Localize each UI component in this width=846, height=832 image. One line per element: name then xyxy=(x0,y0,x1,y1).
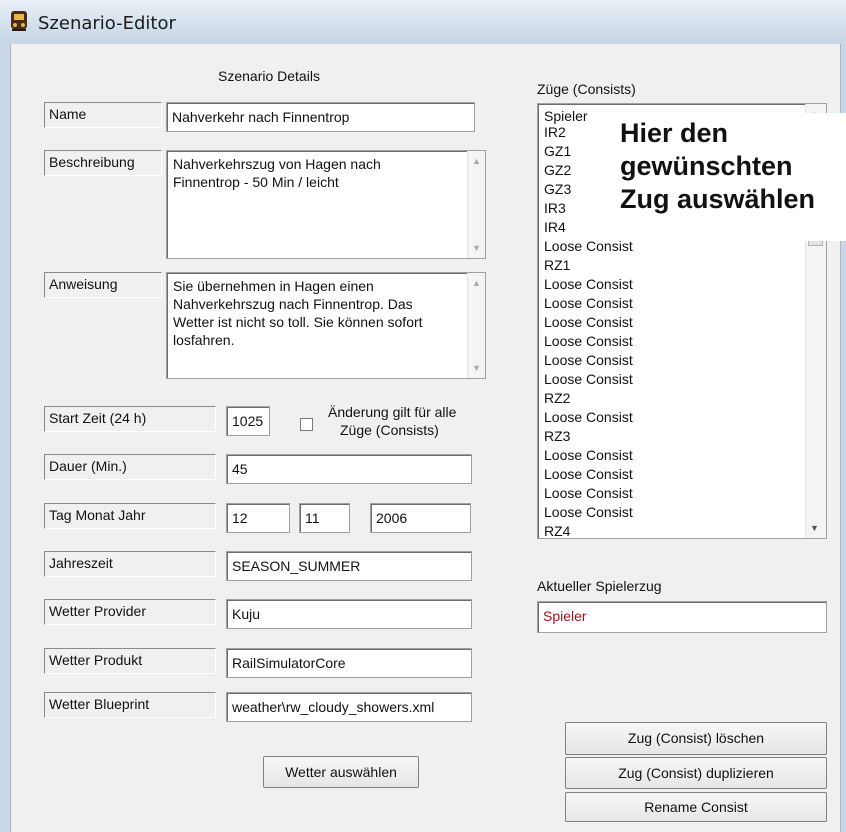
list-item[interactable]: Loose Consist xyxy=(544,485,633,501)
instruction-field[interactable]: Sie übernehmen in Hagen einen Nahverkehr… xyxy=(166,272,486,379)
apply-all-label: Änderung gilt für alle xyxy=(328,404,457,420)
rename-consist-button[interactable]: Rename Consist xyxy=(565,792,827,822)
instruction-scrollbar[interactable]: ▲ ▼ xyxy=(467,273,485,378)
duration-field[interactable]: 45 xyxy=(226,454,472,484)
scroll-down-icon[interactable]: ▼ xyxy=(806,520,823,536)
list-item[interactable]: Loose Consist xyxy=(544,314,633,330)
month-field[interactable]: 11 xyxy=(299,503,350,533)
current-consist-label: Aktueller Spielerzug xyxy=(537,578,662,594)
list-item[interactable]: GZ3 xyxy=(544,181,571,197)
list-item[interactable]: Loose Consist xyxy=(544,504,633,520)
weather-product-field[interactable]: RailSimulatorCore xyxy=(226,648,472,678)
date-label: Tag Monat Jahr xyxy=(44,503,216,529)
instruction-label: Anweisung xyxy=(44,272,162,298)
list-item[interactable]: RZ3 xyxy=(544,428,570,444)
instruction-line: Wetter ist nicht so toll. Sie können sof… xyxy=(173,314,423,330)
duration-label: Dauer (Min.) xyxy=(44,454,216,480)
list-item[interactable]: Loose Consist xyxy=(544,447,633,463)
description-line: Finnentrop - 50 Min / leicht xyxy=(173,174,339,190)
annotation-line: Zug auswählen xyxy=(620,184,816,214)
day-field[interactable]: 12 xyxy=(226,503,290,533)
instruction-line: Sie übernehmen in Hagen einen xyxy=(173,278,374,294)
consists-heading: Züge (Consists) xyxy=(537,81,636,97)
weather-provider-label: Wetter Provider xyxy=(44,599,216,625)
window-title: Szenario-Editor xyxy=(38,13,176,34)
description-line: Nahverkehrszug von Hagen nach xyxy=(173,156,381,172)
scroll-down-icon[interactable]: ▼ xyxy=(468,360,485,376)
description-scrollbar[interactable]: ▲ ▼ xyxy=(467,151,485,258)
apply-all-label-2: Züge (Consists) xyxy=(340,422,439,438)
list-item[interactable]: IR2 xyxy=(544,124,566,140)
app-icon xyxy=(11,11,27,31)
list-item[interactable]: Loose Consist xyxy=(544,333,633,349)
list-item[interactable]: RZ4 xyxy=(544,523,570,538)
list-item[interactable]: IR4 xyxy=(544,219,566,235)
list-item[interactable]: Loose Consist xyxy=(544,409,633,425)
name-field[interactable]: Nahverkehr nach Finnentrop xyxy=(166,102,475,132)
list-item[interactable]: GZ2 xyxy=(544,162,571,178)
delete-consist-button[interactable]: Zug (Consist) löschen xyxy=(565,722,827,755)
description-label: Beschreibung xyxy=(44,150,162,176)
current-consist-field[interactable]: Spieler xyxy=(537,601,827,633)
weather-blueprint-field[interactable]: weather\rw_cloudy_showers.xml xyxy=(226,692,472,722)
annotation-line: Hier den xyxy=(620,118,729,148)
list-item[interactable]: RZ2 xyxy=(544,390,570,406)
list-item[interactable]: RZ1 xyxy=(544,257,570,273)
list-item[interactable]: Loose Consist xyxy=(544,371,633,387)
list-item[interactable]: GZ1 xyxy=(544,143,571,159)
season-label: Jahreszeit xyxy=(44,551,216,577)
scroll-down-icon[interactable]: ▼ xyxy=(468,240,485,256)
duplicate-consist-button[interactable]: Zug (Consist) duplizieren xyxy=(565,757,827,789)
list-item[interactable]: Loose Consist xyxy=(544,295,633,311)
instruction-line: Nahverkehrszug nach Finnentrop. Das xyxy=(173,296,413,312)
year-field[interactable]: 2006 xyxy=(370,503,471,533)
window-frame-left xyxy=(0,44,11,832)
scroll-up-icon[interactable]: ▲ xyxy=(468,275,485,291)
weather-provider-field[interactable]: Kuju xyxy=(226,599,472,629)
name-label: Name xyxy=(44,102,162,128)
instruction-line: losfahren. xyxy=(173,332,235,348)
list-item[interactable]: Loose Consist xyxy=(544,276,633,292)
details-heading: Szenario Details xyxy=(218,68,320,84)
season-field[interactable]: SEASON_SUMMER xyxy=(226,551,472,581)
weather-blueprint-label: Wetter Blueprint xyxy=(44,692,216,718)
scroll-up-icon[interactable]: ▲ xyxy=(468,153,485,169)
annotation-text: Hier den gewünschten Zug auswählen xyxy=(620,117,815,216)
start-time-field[interactable]: 1025 xyxy=(226,406,270,436)
weather-product-label: Wetter Produkt xyxy=(44,648,216,674)
list-item[interactable]: Spieler xyxy=(544,108,588,124)
title-bar[interactable]: Szenario-Editor xyxy=(0,0,846,45)
apply-all-checkbox[interactable] xyxy=(300,418,313,431)
description-field[interactable]: Nahverkehrszug von Hagen nach Finnentrop… xyxy=(166,150,486,259)
start-time-label: Start Zeit (24 h) xyxy=(44,406,216,432)
list-item[interactable]: Loose Consist xyxy=(544,466,633,482)
list-item[interactable]: IR3 xyxy=(544,200,566,216)
annotation-line: gewünschten xyxy=(620,151,793,181)
list-item[interactable]: Loose Consist xyxy=(544,352,633,368)
select-weather-button[interactable]: Wetter auswählen xyxy=(263,756,419,788)
